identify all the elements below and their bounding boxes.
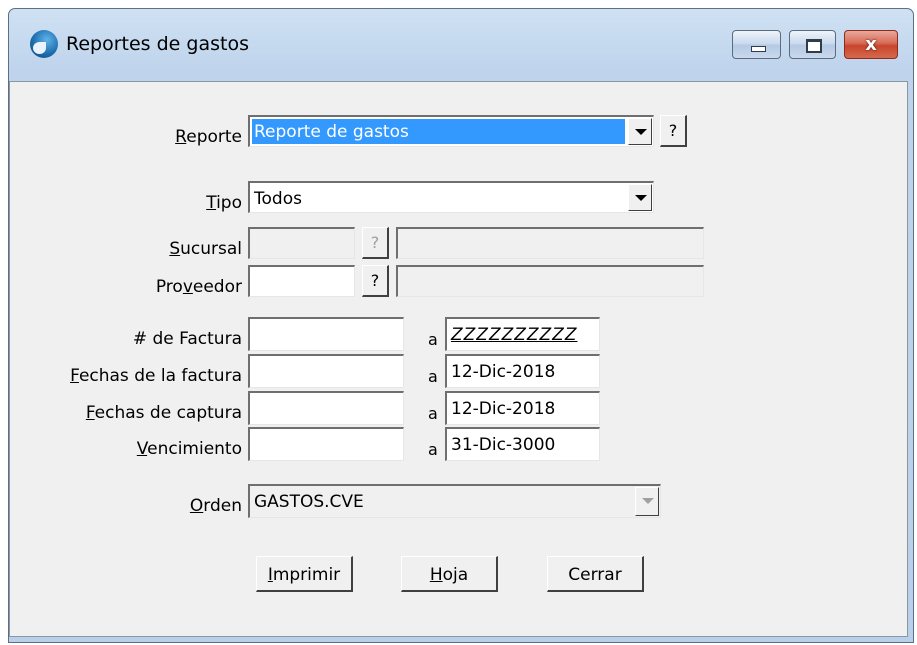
sucursal-help-button[interactable]: ? bbox=[362, 227, 389, 259]
tipo-select[interactable]: Todos bbox=[248, 181, 654, 213]
imprimir-button[interactable]: Imprimir bbox=[256, 556, 353, 592]
proveedor-label: Proveedor bbox=[155, 277, 242, 297]
app-logo-icon bbox=[30, 30, 58, 58]
maximize-icon bbox=[806, 39, 822, 53]
title-bar[interactable]: Reportes de gastos x bbox=[9, 9, 913, 81]
sucursal-input[interactable] bbox=[248, 227, 355, 259]
fechas-factura-to-input[interactable]: 12-Dic-2018 bbox=[445, 354, 600, 388]
sucursal-label: Sucursal bbox=[169, 239, 242, 259]
factura-label: # de Factura bbox=[132, 329, 242, 349]
orden-label: Orden bbox=[189, 496, 242, 516]
chevron-down-icon bbox=[635, 195, 647, 201]
reporte-help-button[interactable]: ? bbox=[660, 115, 687, 147]
reporte-label: Reporte bbox=[175, 127, 242, 147]
reporte-dropdown-button[interactable] bbox=[628, 118, 652, 145]
factura-from-input[interactable] bbox=[248, 317, 404, 351]
orden-value: GASTOS.CVE bbox=[254, 492, 364, 512]
dialog-body: Reporte Reporte de gastos ? Tipo Todos S… bbox=[9, 81, 908, 637]
maximize-button[interactable] bbox=[789, 30, 836, 59]
app-window: Reportes de gastos x Reporte Reporte de … bbox=[8, 8, 914, 643]
orden-dropdown-button[interactable] bbox=[635, 487, 659, 516]
fechas-factura-label: Fechas de la factura bbox=[70, 366, 242, 386]
close-icon: x bbox=[865, 34, 877, 55]
fechas-captura-range-separator: a bbox=[428, 404, 438, 423]
fechas-factura-range-separator: a bbox=[428, 367, 438, 386]
tipo-value: Todos bbox=[254, 189, 302, 209]
proveedor-description bbox=[396, 265, 704, 297]
hoja-button[interactable]: Hoja bbox=[401, 556, 498, 592]
reporte-selected-value: Reporte de gastos bbox=[252, 119, 625, 144]
sucursal-description bbox=[396, 227, 704, 259]
chevron-down-icon bbox=[635, 129, 647, 135]
vencimiento-to-input[interactable]: 31-Dic-3000 bbox=[445, 427, 600, 461]
tipo-label: Tipo bbox=[206, 193, 242, 213]
vencimiento-from-input[interactable] bbox=[248, 427, 404, 461]
vencimiento-label: Vencimiento bbox=[136, 439, 242, 459]
fechas-captura-from-input[interactable] bbox=[248, 391, 404, 425]
close-button[interactable]: x bbox=[844, 30, 898, 59]
proveedor-help-button[interactable]: ? bbox=[362, 265, 389, 297]
proveedor-input[interactable] bbox=[248, 265, 355, 297]
factura-range-separator: a bbox=[428, 330, 438, 349]
fechas-captura-to-input[interactable]: 12-Dic-2018 bbox=[445, 391, 600, 425]
tipo-dropdown-button[interactable] bbox=[628, 184, 652, 211]
factura-to-input[interactable]: ZZZZZZZZZZ bbox=[445, 317, 600, 351]
fechas-factura-from-input[interactable] bbox=[248, 354, 404, 388]
reporte-select[interactable]: Reporte de gastos bbox=[248, 115, 654, 147]
orden-select[interactable]: GASTOS.CVE bbox=[248, 484, 661, 518]
minimize-icon bbox=[751, 46, 766, 52]
minimize-button[interactable] bbox=[732, 30, 781, 59]
chevron-down-icon bbox=[642, 498, 654, 504]
vencimiento-range-separator: a bbox=[428, 440, 438, 459]
fechas-captura-label: Fechas de captura bbox=[85, 403, 242, 423]
window-title: Reportes de gastos bbox=[66, 33, 249, 55]
cerrar-button[interactable]: Cerrar bbox=[547, 556, 644, 592]
